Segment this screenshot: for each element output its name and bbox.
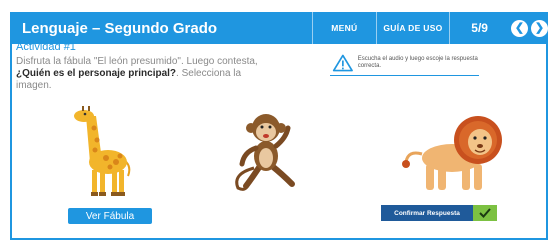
ver-fabula-button[interactable]: Ver Fábula: [68, 208, 152, 224]
pager-arrows: ❮ ❯: [509, 19, 548, 37]
monkey-image[interactable]: [228, 108, 310, 192]
activity-title: Actividad #1: [16, 41, 76, 53]
instruction-text: Disfruta la fábula "El león presumido". …: [16, 56, 258, 67]
confirm-answer-label: Confirmar Respuesta: [381, 205, 473, 221]
hint-text: Escucha el audio y luego escoje la respu…: [357, 56, 478, 69]
menu-button[interactable]: MENÚ: [312, 12, 376, 44]
audio-hint: Escucha el audio y luego escoje la respu…: [330, 52, 479, 76]
instruction-question: ¿Quién es el personaje principal?: [16, 68, 177, 79]
chevron-right-icon[interactable]: ❯: [531, 19, 548, 37]
checkmark-icon: [473, 205, 497, 221]
page-title: Lenguaje – Segundo Grado: [22, 19, 218, 37]
lion-image[interactable]: [400, 112, 510, 196]
giraffe-image[interactable]: [70, 104, 138, 198]
activity-instructions: Disfruta la fábula "El león presumido". …: [16, 56, 266, 92]
confirm-answer-button[interactable]: Confirmar Respuesta: [381, 205, 497, 221]
page-indicator: 5/9: [449, 12, 509, 44]
warning-icon: [332, 54, 353, 72]
guide-button[interactable]: GUÍA DE USO: [375, 12, 450, 44]
chevron-left-icon[interactable]: ❮: [511, 19, 528, 37]
top-bar: Lenguaje – Segundo Grado MENÚ GUÍA DE US…: [12, 12, 548, 44]
